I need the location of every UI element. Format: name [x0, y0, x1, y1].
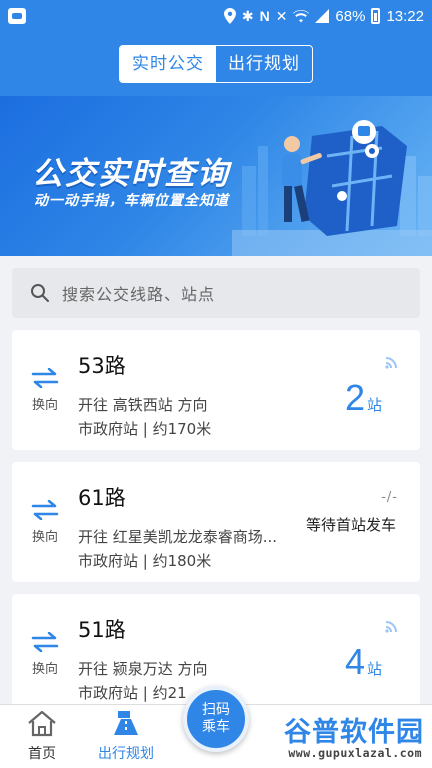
eta-number: 2	[344, 377, 365, 418]
route-direction: 开往 高铁西站 方向	[78, 396, 208, 414]
battery-icon	[371, 8, 381, 24]
eta-unit: 站	[366, 660, 382, 678]
realtime-signal-icon	[385, 621, 397, 633]
nav-home-label: 首页	[28, 746, 56, 762]
banner-subtitle: 动一动手指，车辆位置全知道	[34, 193, 229, 209]
scan-label-line1: 扫码	[202, 702, 230, 718]
route-card[interactable]: 换向 53路 开往 高铁西站 方向 市政府站 | 约170米 2 站	[12, 330, 420, 450]
nav-trip-planning-label: 出行规划	[98, 746, 154, 762]
segmented-tabs: 实时公交 出行规划	[119, 45, 313, 83]
swap-direction-button[interactable]: 换向	[28, 499, 62, 545]
search-placeholder: 搜索公交线路、站点	[62, 285, 216, 304]
tab-trip-planning[interactable]: 出行规划	[216, 46, 312, 82]
promo-banner[interactable]: 公交实时查询 动一动手指，车辆位置全知道	[0, 96, 432, 256]
swap-label: 换向	[31, 398, 58, 413]
home-icon	[28, 710, 56, 737]
route-name: 51路	[78, 618, 126, 642]
nav-home[interactable]: 首页	[2, 709, 82, 763]
app-header: 实时公交 出行规划	[0, 32, 432, 96]
app-notification-icon	[8, 8, 26, 24]
tab-realtime-bus[interactable]: 实时公交	[120, 46, 216, 82]
scan-to-ride-button[interactable]: 扫码 乘车	[183, 686, 249, 752]
route-direction: 开往 红星美凯龙龙泰睿商场...	[78, 528, 278, 546]
banner-illustration	[232, 120, 432, 256]
route-name: 53路	[78, 354, 126, 378]
location-icon	[223, 8, 236, 24]
road-icon	[114, 711, 138, 735]
swap-icon	[31, 499, 59, 521]
swap-direction-button[interactable]: 换向	[28, 367, 62, 413]
bluetooth-icon: ✱	[241, 8, 254, 24]
route-stop-distance: 市政府站 | 约180米	[78, 552, 212, 570]
eta-stops: 4 站	[345, 644, 382, 680]
swap-icon	[31, 367, 59, 389]
swap-label: 换向	[31, 662, 58, 677]
swap-icon	[31, 631, 59, 653]
swap-label: 换向	[31, 530, 58, 545]
route-name: 61路	[78, 486, 126, 510]
mute-icon: ✕	[275, 8, 288, 24]
swap-direction-button[interactable]: 换向	[28, 631, 62, 677]
eta-status: 等待首站发车	[305, 516, 396, 534]
route-card[interactable]: 换向 61路 开往 红星美凯龙龙泰睿商场... 市政府站 | 约180米 -/-…	[12, 462, 420, 582]
banner-title: 公交实时查询	[32, 156, 230, 192]
realtime-signal-icon	[385, 357, 397, 369]
eta-number: 4	[344, 641, 365, 682]
search-input[interactable]: 搜索公交线路、站点	[12, 268, 420, 318]
status-bar: ✱ N ✕ 68% 13:22	[0, 0, 432, 32]
scan-label-line2: 乘车	[202, 719, 230, 735]
eta-unit: 站	[366, 396, 382, 414]
search-icon	[31, 284, 49, 302]
nav-trip-planning[interactable]: 出行规划	[86, 709, 166, 763]
route-stop-distance: 市政府站 | 约21	[78, 684, 187, 702]
battery-percent: 68%	[335, 7, 366, 25]
route-direction: 开往 颍泉万达 方向	[78, 660, 208, 678]
signal-icon	[315, 9, 330, 23]
eta-placeholder: -/-	[381, 490, 398, 505]
wifi-icon	[293, 9, 310, 23]
clock: 13:22	[386, 7, 424, 25]
route-stop-distance: 市政府站 | 约170米	[78, 420, 212, 438]
eta-stops: 2 站	[345, 380, 382, 416]
nfc-icon: N	[259, 8, 270, 24]
